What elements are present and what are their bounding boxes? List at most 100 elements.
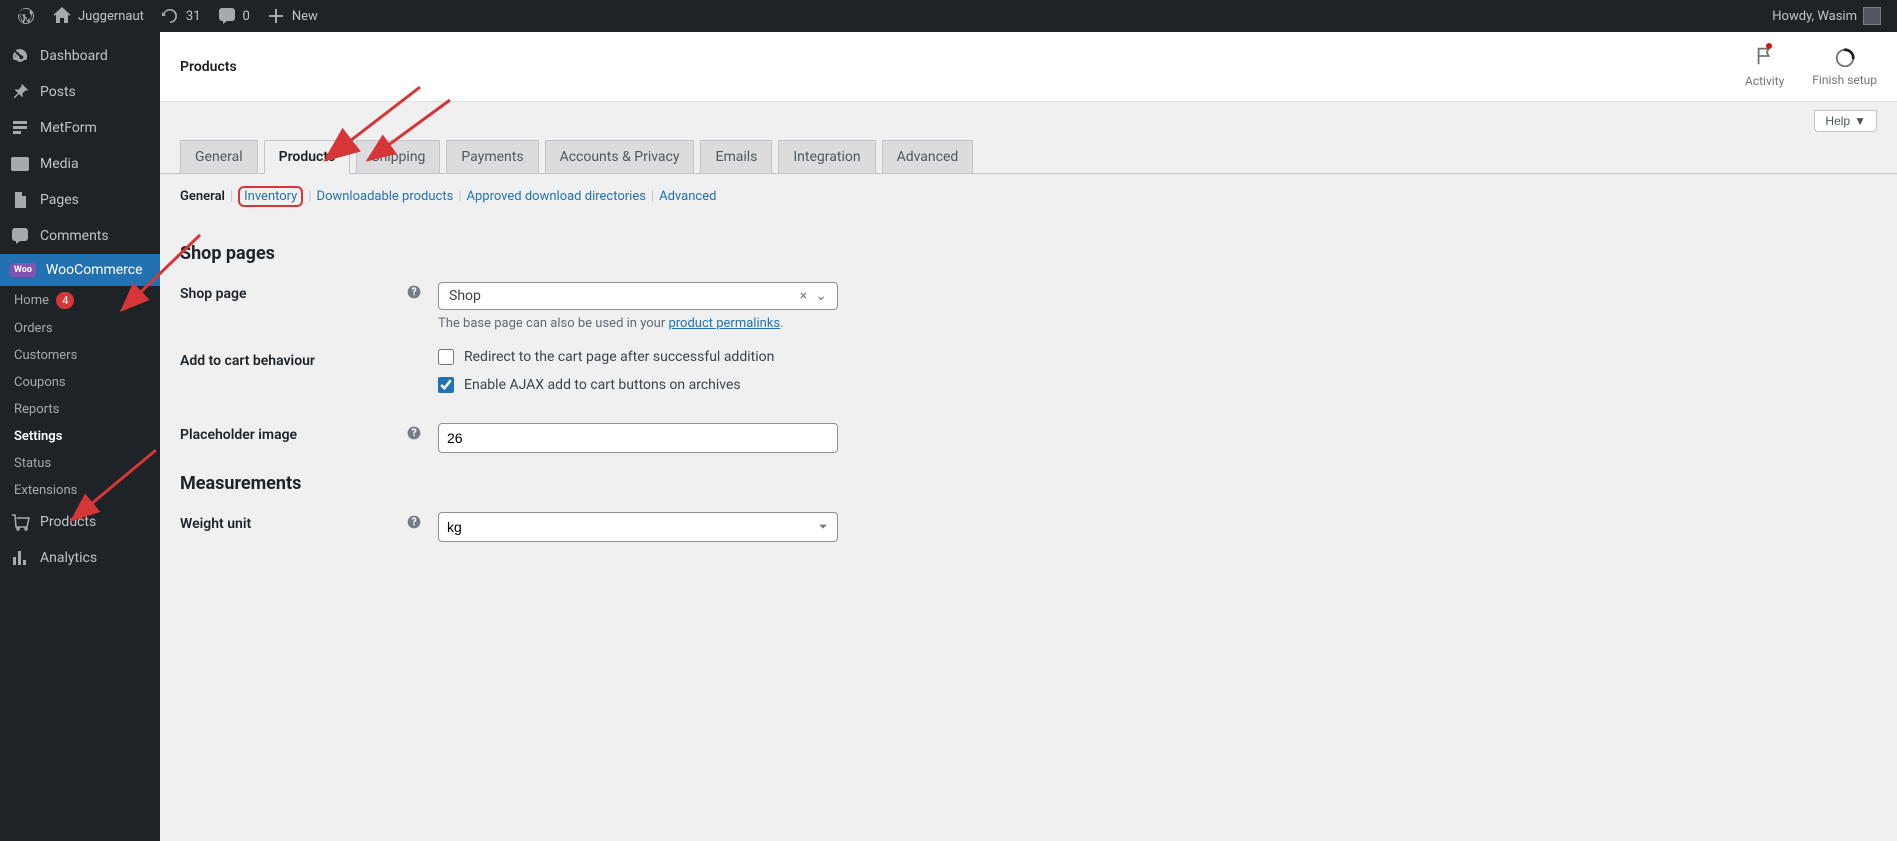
menu-dashboard-label: Dashboard — [40, 48, 108, 64]
help-label: Help — [1825, 114, 1850, 128]
chevron-down-icon[interactable]: ⌄ — [815, 288, 827, 304]
permalinks-link[interactable]: product permalinks — [668, 316, 780, 331]
comment-icon — [217, 6, 237, 26]
settings-tabs: General Products Shipping Payments Accou… — [160, 132, 1897, 174]
menu-pages[interactable]: Pages — [0, 182, 160, 218]
subtab-downloadable[interactable]: Downloadable products — [317, 189, 454, 204]
my-account-link[interactable]: Howdy, Wasim — [1764, 0, 1889, 32]
menu-analytics[interactable]: Analytics — [0, 540, 160, 576]
section-shop-pages: Shop pages — [180, 243, 1877, 264]
submenu-home-label: Home — [14, 293, 49, 308]
menu-pages-label: Pages — [40, 192, 79, 208]
clear-icon[interactable]: × — [800, 288, 807, 304]
help-icon[interactable] — [406, 284, 422, 300]
ajax-label: Enable AJAX add to cart buttons on archi… — [464, 377, 741, 393]
activity-label: Activity — [1745, 74, 1784, 88]
notification-dot-icon — [1766, 43, 1772, 49]
new-content-link[interactable]: New — [258, 0, 326, 32]
submenu-extensions[interactable]: Extensions — [0, 477, 160, 504]
subtab-approved[interactable]: Approved download directories — [467, 189, 646, 204]
menu-woocommerce[interactable]: Woo WooCommerce — [0, 254, 160, 286]
shop-page-value: Shop — [449, 288, 481, 304]
menu-products[interactable]: Products — [0, 504, 160, 540]
redirect-checkbox[interactable] — [438, 349, 454, 365]
page-title: Products — [180, 59, 237, 75]
activity-button[interactable]: Activity — [1745, 45, 1784, 88]
redirect-label: Redirect to the cart page after successf… — [464, 349, 774, 365]
wordpress-icon — [16, 6, 36, 26]
site-name-label: Juggernaut — [78, 9, 144, 24]
weight-unit-select[interactable]: kg — [438, 512, 838, 542]
plus-icon — [266, 6, 286, 26]
analytics-icon — [10, 548, 30, 568]
inventory-highlight: Inventory — [238, 186, 303, 207]
admin-sidebar: Dashboard Posts MetForm Media Pages Comm… — [0, 32, 160, 841]
content-area: Products Activity Finish setup Help ▼ — [160, 32, 1897, 841]
finish-setup-button[interactable]: Finish setup — [1812, 47, 1877, 87]
tab-products[interactable]: Products — [264, 140, 351, 174]
dashboard-icon — [10, 46, 30, 66]
menu-comments[interactable]: Comments — [0, 218, 160, 254]
form-icon — [10, 118, 30, 138]
section-measurements: Measurements — [180, 473, 1877, 494]
submenu-home[interactable]: Home 4 — [0, 286, 160, 315]
tab-shipping[interactable]: Shipping — [356, 140, 440, 174]
tab-advanced[interactable]: Advanced — [882, 140, 974, 174]
updates-link[interactable]: 31 — [152, 0, 209, 32]
pin-icon — [10, 82, 30, 102]
howdy-label: Howdy, Wasim — [1772, 9, 1857, 24]
menu-media-label: Media — [40, 156, 79, 172]
menu-metform-label: MetForm — [40, 120, 97, 136]
help-icon[interactable] — [406, 425, 422, 441]
media-icon — [10, 154, 30, 174]
shop-page-select[interactable]: Shop × ⌄ — [438, 282, 838, 310]
add-to-cart-label: Add to cart behaviour — [180, 349, 400, 369]
comments-link[interactable]: 0 — [209, 0, 258, 32]
subtab-inventory[interactable]: Inventory — [244, 189, 297, 204]
tab-general[interactable]: General — [180, 140, 258, 174]
flag-icon — [1754, 45, 1776, 67]
woocommerce-submenu: Home 4 Orders Customers Coupons Reports … — [0, 286, 160, 504]
woo-icon: Woo — [10, 263, 36, 277]
tab-accounts[interactable]: Accounts & Privacy — [545, 140, 695, 174]
avatar-icon — [1863, 7, 1881, 25]
menu-posts[interactable]: Posts — [0, 74, 160, 110]
site-name-link[interactable]: Juggernaut — [44, 0, 152, 32]
new-label: New — [292, 9, 318, 24]
submenu-coupons[interactable]: Coupons — [0, 369, 160, 396]
weight-unit-label: Weight unit — [180, 512, 400, 532]
menu-dashboard[interactable]: Dashboard — [0, 38, 160, 74]
submenu-customers[interactable]: Customers — [0, 342, 160, 369]
menu-metform[interactable]: MetForm — [0, 110, 160, 146]
progress-circle-icon — [1834, 47, 1856, 69]
tab-payments[interactable]: Payments — [446, 140, 538, 174]
menu-analytics-label: Analytics — [40, 550, 97, 566]
chevron-down-icon: ▼ — [1854, 114, 1866, 128]
comments-icon — [10, 226, 30, 246]
placeholder-input[interactable] — [438, 423, 838, 453]
menu-media[interactable]: Media — [0, 146, 160, 182]
finish-setup-label: Finish setup — [1812, 73, 1877, 87]
ajax-checkbox[interactable] — [438, 377, 454, 393]
help-icon[interactable] — [406, 514, 422, 530]
products-icon — [10, 512, 30, 532]
placeholder-label: Placeholder image — [180, 423, 400, 443]
submenu-reports[interactable]: Reports — [0, 396, 160, 423]
wp-logo[interactable] — [8, 0, 44, 32]
menu-posts-label: Posts — [40, 84, 76, 100]
shop-page-label: Shop page — [180, 282, 400, 302]
subtab-general[interactable]: General — [180, 189, 225, 204]
menu-woocommerce-label: WooCommerce — [46, 262, 143, 278]
shop-page-desc: The base page can also be used in your p… — [438, 316, 898, 331]
pages-icon — [10, 190, 30, 210]
products-subtabs: General | Inventory | Downloadable produ… — [160, 174, 1897, 207]
help-button[interactable]: Help ▼ — [1814, 110, 1877, 132]
menu-comments-label: Comments — [40, 228, 109, 244]
submenu-settings[interactable]: Settings — [0, 423, 160, 450]
submenu-status[interactable]: Status — [0, 450, 160, 477]
updates-count: 31 — [186, 9, 201, 24]
submenu-orders[interactable]: Orders — [0, 315, 160, 342]
subtab-advanced[interactable]: Advanced — [659, 189, 716, 204]
tab-emails[interactable]: Emails — [700, 140, 772, 174]
tab-integration[interactable]: Integration — [778, 140, 875, 174]
